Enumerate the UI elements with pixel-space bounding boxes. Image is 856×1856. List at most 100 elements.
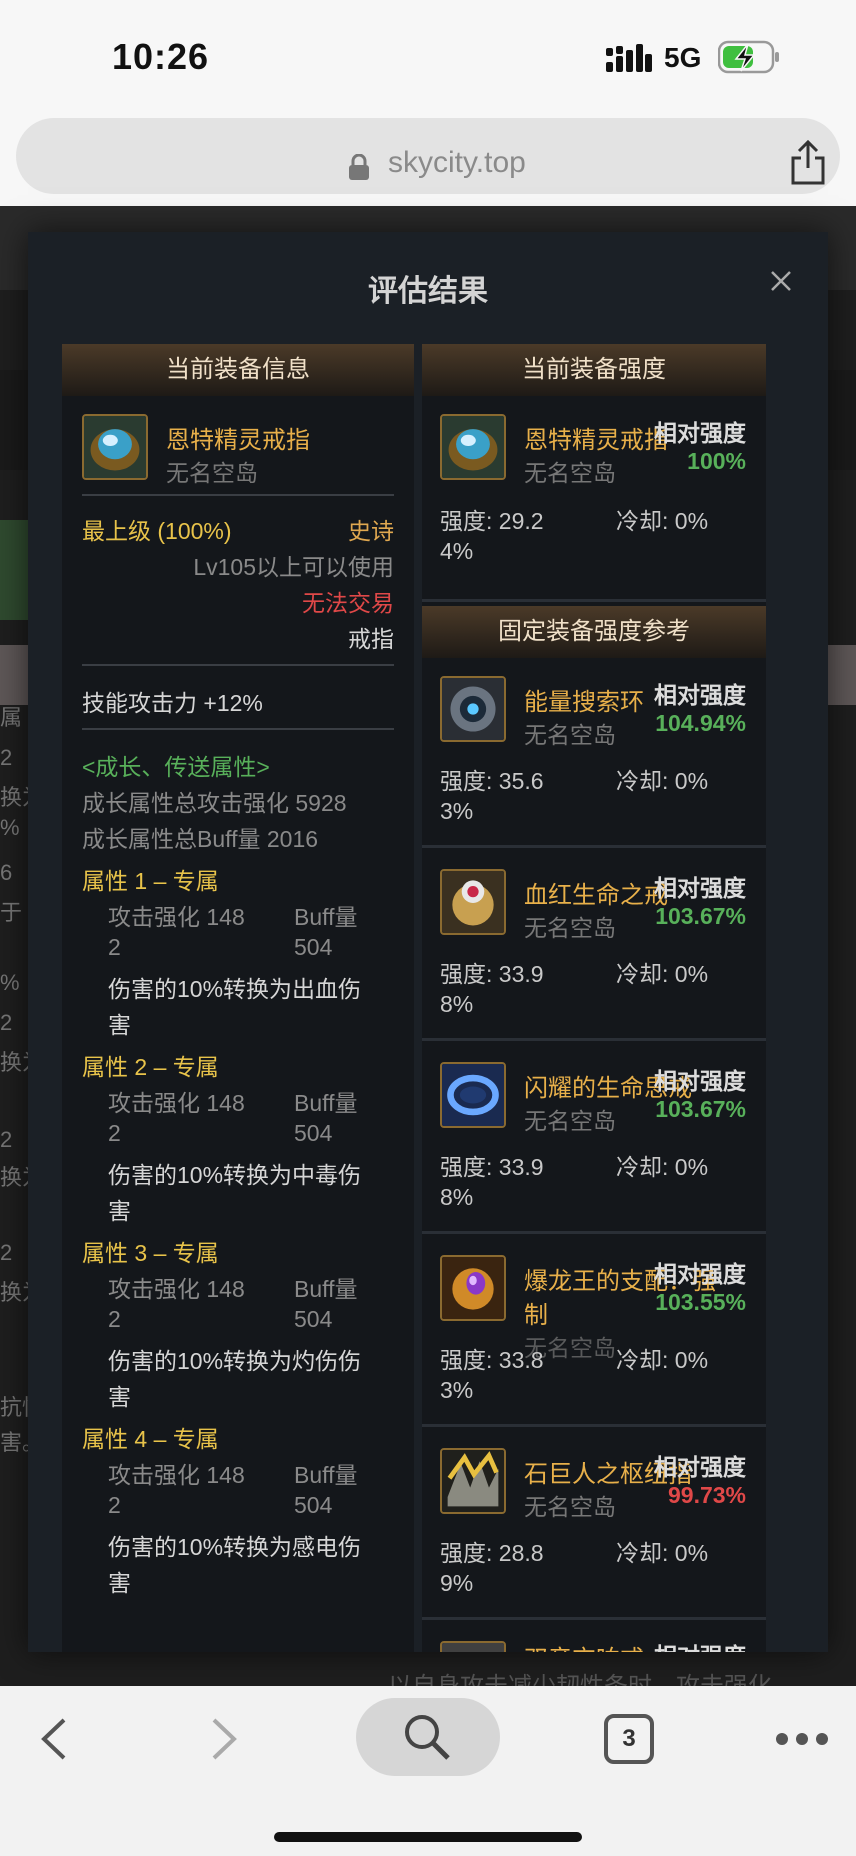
current-strength-entry: 恩特精灵戒指 无名空岛 相对强度 100% 强度: 29.2 4% 冷却: 0% xyxy=(422,396,766,602)
level-requirement: Lv105以上可以使用 xyxy=(193,554,394,580)
browser-toolbar: 3 xyxy=(0,1686,856,1856)
strength-value-cont: 3% xyxy=(440,1377,474,1403)
attribute-buff: Buff量 xyxy=(294,1276,358,1302)
strength-value: 强度: 29.2 xyxy=(440,508,544,534)
cooldown-value: 冷却: 0% xyxy=(616,961,709,987)
home-indicator xyxy=(274,1832,582,1842)
strength-value: 强度: 35.6 xyxy=(440,768,544,794)
battery-charging-icon xyxy=(718,40,779,74)
relative-strength-label: 相对强度 xyxy=(654,1068,746,1094)
relative-strength-value: 103.67% xyxy=(655,903,746,929)
strength-value: 强度: 33.8 xyxy=(440,1347,544,1373)
strength-value-cont: 3% xyxy=(440,798,474,824)
relative-strength-label: 相对强度 xyxy=(654,875,746,901)
divider xyxy=(82,728,394,730)
forward-icon[interactable] xyxy=(210,1716,240,1762)
strength-value: 强度: 33.9 xyxy=(440,1154,544,1180)
attribute-desc-cont: 害 xyxy=(108,1012,131,1038)
attribute-desc-cont: 害 xyxy=(108,1384,131,1410)
item-name-cont: 制 xyxy=(524,1302,548,1329)
signal-icon xyxy=(606,44,652,72)
attribute-title: 属性 1 – 专属 xyxy=(82,868,219,894)
bg-fragment: 2 xyxy=(0,1240,13,1265)
cooldown-value: 冷却: 0% xyxy=(616,768,709,794)
back-icon[interactable] xyxy=(38,1716,68,1762)
bg-fragment: 属 xyxy=(0,705,23,730)
relative-strength-label: 相对强度 xyxy=(654,1454,746,1480)
bg-fragment: % xyxy=(0,815,20,840)
equipment-strength-header: 当前装备强度 xyxy=(422,344,766,396)
ring-item-icon xyxy=(440,414,506,480)
equipment-strength-panel[interactable]: 当前装备强度 恩特精灵戒指 无名空岛 相对强度 100% 强度: 29.2 4%… xyxy=(422,344,766,1652)
network-type: 5G xyxy=(664,42,702,73)
attribute-desc: 伤害的10%转换为中毒伤 xyxy=(108,1162,362,1188)
item-grade: 最上级 (100%) xyxy=(82,518,232,544)
relative-strength-value: 104.94% xyxy=(655,710,746,736)
ring-item-icon xyxy=(82,414,148,480)
growth-buff: 成长属性总Buff量 2016 xyxy=(82,826,319,852)
address-bar[interactable]: skycity.top xyxy=(16,118,840,194)
energy-ring-icon xyxy=(440,676,506,742)
attribute-buff-value: 504 xyxy=(294,1492,333,1518)
item-server: 无名空岛 xyxy=(524,1108,616,1134)
item-rarity: 史诗 xyxy=(348,518,394,544)
crimson-ring-icon xyxy=(440,869,506,935)
bg-fragment: 2 xyxy=(0,1010,13,1035)
attribute-attack-cont: 2 xyxy=(108,1492,121,1518)
divider xyxy=(82,494,394,496)
equipment-info-panel: 当前装备信息 恩特精灵戒指 无名空岛 最上级 (100%) 史诗 Lv105以上… xyxy=(62,344,414,1652)
item-name: 恩特精灵戒指 xyxy=(166,427,310,454)
cooldown-value: 冷却: 0% xyxy=(616,508,709,534)
attribute-desc-cont: 害 xyxy=(108,1570,131,1596)
share-icon[interactable] xyxy=(788,138,828,186)
relative-strength-value: 99.73% xyxy=(667,1482,746,1508)
reference-entry: 双音交响戒 相对强度 xyxy=(422,1623,766,1652)
strength-value: 强度: 28.8 xyxy=(440,1540,544,1566)
attribute-buff-value: 504 xyxy=(294,1120,333,1146)
attribute-desc-cont: 害 xyxy=(108,1198,131,1224)
item-server: 无名空岛 xyxy=(166,460,258,486)
strength-value-cont: 9% xyxy=(440,1570,474,1596)
item-server: 无名空岛 xyxy=(524,1494,616,1520)
url-text: skycity.top xyxy=(388,146,526,179)
attribute-attack-cont: 2 xyxy=(108,1120,121,1146)
strength-value: 强度: 33.9 xyxy=(440,961,544,987)
relative-strength-value: 103.67% xyxy=(655,1096,746,1122)
item-slot: 戒指 xyxy=(348,626,394,652)
item-name: 双音交响戒 xyxy=(524,1639,644,1652)
attribute-buff: Buff量 xyxy=(294,904,358,930)
growth-attack: 成长属性总攻击强化 5928 xyxy=(82,790,347,816)
item-server: 无名空岛 xyxy=(524,722,616,748)
cooldown-value: 冷却: 0% xyxy=(616,1154,709,1180)
cooldown-value: 冷却: 0% xyxy=(616,1540,709,1566)
reference-entry: 闪耀的生命思戒 无名空岛 相对强度 103.67% 强度: 33.9 8% 冷却… xyxy=(422,1044,766,1234)
attribute-desc: 伤害的10%转换为感电伤 xyxy=(108,1534,362,1560)
bg-fragment: 2 xyxy=(0,745,13,770)
browser-address-area: skycity.top xyxy=(0,110,856,206)
reference-entry: 爆龙王的支配：强 制 无名空岛 相对强度 103.55% 强度: 33.8 3%… xyxy=(422,1237,766,1427)
reference-entry: 能量搜索环 无名空岛 相对强度 104.94% 强度: 35.6 3% 冷却: … xyxy=(422,658,766,848)
item-name: 能量搜索环 xyxy=(524,689,644,716)
dual-ring-icon xyxy=(440,1641,506,1652)
item-server: 无名空岛 xyxy=(524,915,616,941)
bg-fragment: 2 xyxy=(0,1127,13,1152)
tabs-button[interactable]: 3 xyxy=(604,1714,654,1764)
relative-strength-label: 相对强度 xyxy=(654,1261,746,1287)
attribute-buff-value: 504 xyxy=(294,1306,333,1332)
shining-ring-icon xyxy=(440,1062,506,1128)
relative-strength-label: 相对强度 xyxy=(654,682,746,708)
tab-count: 3 xyxy=(622,1725,636,1752)
relative-strength-value: 100% xyxy=(687,448,746,474)
bg-fragment: 于 xyxy=(0,900,23,925)
more-icon[interactable] xyxy=(774,1730,830,1748)
attribute-attack: 攻击强化 148 xyxy=(108,1090,245,1116)
skill-attack: 技能攻击力 +12% xyxy=(82,690,263,716)
reference-header: 固定装备强度参考 xyxy=(422,606,766,658)
strength-value-cont: 8% xyxy=(440,991,474,1017)
attribute-attack: 攻击强化 148 xyxy=(108,1276,245,1302)
search-button[interactable] xyxy=(356,1698,500,1776)
reference-entry: 血红生命之戒 无名空岛 相对强度 103.67% 强度: 33.9 8% 冷却:… xyxy=(422,851,766,1041)
close-icon[interactable] xyxy=(766,266,796,296)
growth-header: <成长、传送属性> xyxy=(82,754,270,780)
attribute-attack: 攻击强化 148 xyxy=(108,904,245,930)
